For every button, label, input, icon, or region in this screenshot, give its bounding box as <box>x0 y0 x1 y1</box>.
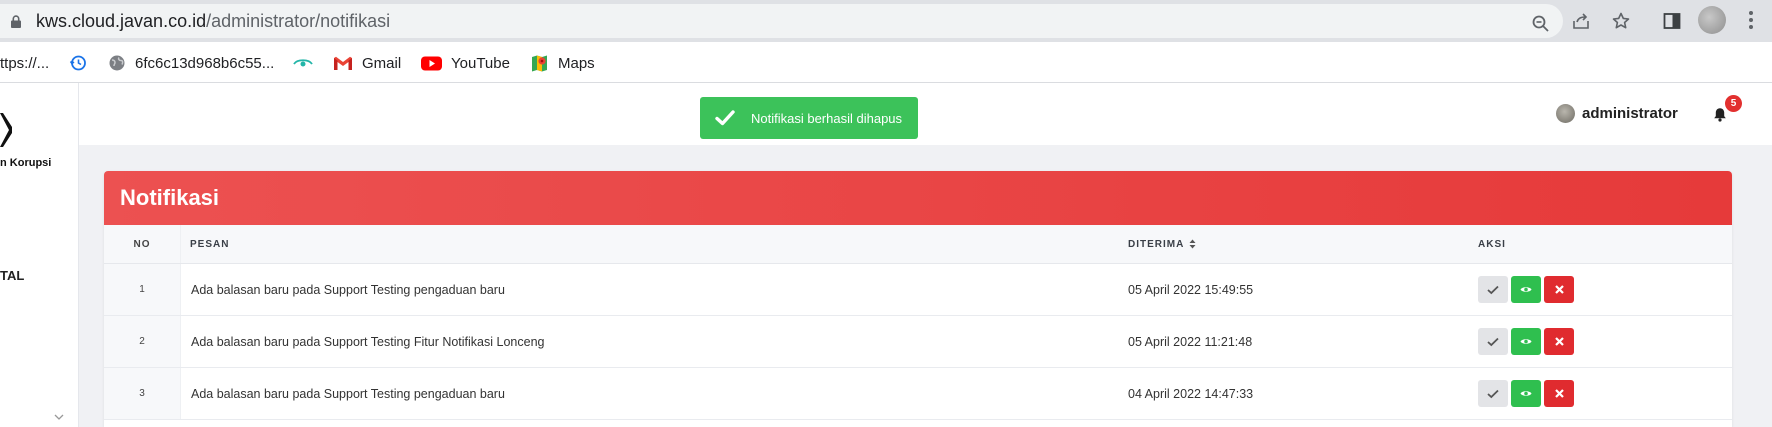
view-button[interactable] <box>1511 328 1541 355</box>
logo-text: n Korupsi <box>0 157 52 169</box>
history-icon <box>69 55 86 71</box>
globe-icon <box>109 55 125 71</box>
user-menu[interactable]: administrator <box>1556 104 1678 123</box>
success-toast: Notifikasi berhasil dihapus <box>700 97 918 139</box>
row-received-date: 05 April 2022 11:21:48 <box>1126 315 1476 368</box>
url-text: kws.cloud.javan.co.id/administrator/noti… <box>36 11 390 32</box>
browser-toolbar: kws.cloud.javan.co.id/administrator/noti… <box>0 0 1772 42</box>
menu-kebab-icon[interactable] <box>1749 10 1753 30</box>
bell-icon[interactable] <box>1713 107 1727 122</box>
zoom-icon[interactable] <box>1531 14 1551 34</box>
side-panel-icon[interactable] <box>1662 11 1682 31</box>
close-icon <box>1554 389 1564 398</box>
notifications-card: Notifikasi NO PESAN DITERIMA AKSI 1 Ada … <box>104 171 1732 427</box>
column-header-diterima-label: DITERIMA <box>1128 238 1185 250</box>
mark-read-button[interactable] <box>1478 328 1508 355</box>
table-row: 2 Ada balasan baru pada Support Testing … <box>104 315 1732 368</box>
bookmark-history[interactable] <box>69 52 96 74</box>
row-message: Ada balasan baru pada Support Testing Fi… <box>180 315 1126 368</box>
topbar <box>79 83 1772 145</box>
row-number: 3 <box>104 367 181 420</box>
check-icon <box>1487 285 1499 294</box>
column-header-no: NO <box>104 225 181 264</box>
bookmark-label: YouTube <box>451 54 510 72</box>
eye-icon <box>1520 339 1532 344</box>
row-received-date: 05 April 2022 15:49:55 <box>1126 263 1476 316</box>
table-row: 1 Ada balasan baru pada Support Testing … <box>104 263 1732 316</box>
lock-icon <box>11 15 21 28</box>
eye-icon <box>1520 391 1532 396</box>
view-button[interactable] <box>1511 276 1541 303</box>
url-path: /administrator/notifikasi <box>206 11 391 31</box>
youtube-icon <box>421 56 442 70</box>
row-actions <box>1476 263 1732 316</box>
row-actions <box>1476 315 1732 368</box>
bookmark-youtube[interactable]: YouTube <box>421 52 510 74</box>
toast-message: Notifikasi berhasil dihapus <box>751 110 903 126</box>
column-header-pesan: PESAN <box>180 225 1126 264</box>
bookmark-gmail[interactable]: Gmail <box>333 52 401 74</box>
gmail-icon <box>334 56 352 70</box>
chevron-down-icon[interactable] <box>54 413 64 421</box>
delete-button[interactable] <box>1544 380 1574 407</box>
address-bar[interactable]: kws.cloud.javan.co.id/administrator/noti… <box>0 4 1563 38</box>
table-row: 3 Ada balasan baru pada Support Testing … <box>104 367 1732 420</box>
logo-icon <box>0 113 12 147</box>
row-actions <box>1476 367 1732 420</box>
delete-button[interactable] <box>1544 276 1574 303</box>
check-icon <box>715 110 735 126</box>
bookmark-maps[interactable]: Maps <box>530 52 595 74</box>
row-message: Ada balasan baru pada Support Testing pe… <box>180 367 1126 420</box>
maps-icon <box>532 55 547 71</box>
check-icon <box>1487 337 1499 346</box>
column-header-aksi: AKSI <box>1476 225 1732 264</box>
username: administrator <box>1582 105 1678 122</box>
bookmark-label: ttps://... <box>0 54 50 72</box>
notification-badge: 5 <box>1725 95 1742 112</box>
bookmark-label: Gmail <box>362 54 402 72</box>
mark-read-button[interactable] <box>1478 276 1508 303</box>
bookmarks-bar: ttps://... 6fc6c13d968b6c55... Gmail You… <box>0 42 1772 83</box>
url-host: kws.cloud.javan.co.id <box>36 11 207 31</box>
sidebar: n Korupsi TAL <box>0 83 79 427</box>
bookmark-label: 6fc6c13d968b6c55... <box>135 54 275 72</box>
row-message: Ada balasan baru pada Support Testing pe… <box>180 263 1126 316</box>
sidebar-item-portal[interactable]: TAL <box>0 268 24 283</box>
bookmark-1[interactable]: ttps://... <box>0 52 49 74</box>
star-icon[interactable] <box>1611 11 1631 31</box>
share-icon[interactable] <box>1571 11 1591 31</box>
table-header-row: NO PESAN DITERIMA AKSI <box>104 225 1732 264</box>
mark-read-button[interactable] <box>1478 380 1508 407</box>
row-received-date: 04 April 2022 14:47:33 <box>1126 367 1476 420</box>
close-icon <box>1554 337 1564 346</box>
avatar <box>1556 104 1575 123</box>
close-icon <box>1554 285 1564 294</box>
card-title: Notifikasi <box>104 171 1732 225</box>
notifications-table: NO PESAN DITERIMA AKSI 1 Ada balasan bar… <box>104 225 1732 420</box>
row-number: 1 <box>104 263 181 316</box>
bookmark-3[interactable]: 6fc6c13d968b6c55... <box>108 52 274 74</box>
profile-avatar[interactable] <box>1698 6 1726 34</box>
eye-icon <box>293 59 313 67</box>
view-button[interactable] <box>1511 380 1541 407</box>
delete-button[interactable] <box>1544 328 1574 355</box>
column-header-diterima[interactable]: DITERIMA <box>1126 225 1476 264</box>
eye-icon <box>1520 287 1532 292</box>
bookmark-label: Maps <box>558 54 595 72</box>
bookmark-eye[interactable] <box>293 52 322 74</box>
row-number: 2 <box>104 315 181 368</box>
sort-icon[interactable] <box>1189 239 1196 249</box>
check-icon <box>1487 389 1499 398</box>
